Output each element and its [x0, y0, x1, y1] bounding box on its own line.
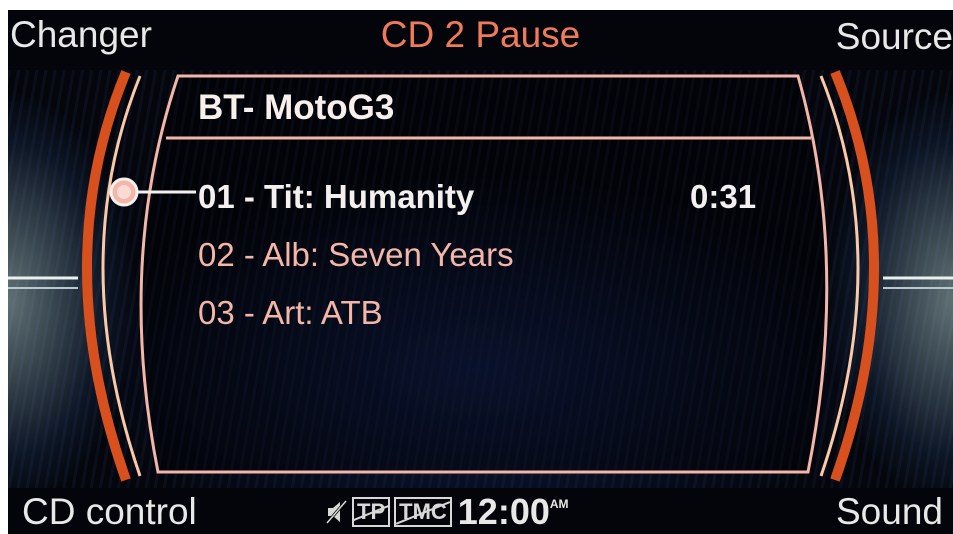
clock: 12:00AM — [458, 494, 569, 530]
sound-softkey[interactable]: Sound — [836, 493, 943, 530]
track-elapsed-time: 0:31 — [690, 178, 757, 215]
clock-time: 12:00 — [457, 491, 550, 532]
tmc-badge: TMC — [394, 497, 452, 527]
speaker-mute-icon — [326, 499, 348, 525]
bottom-softkey-bar: CD control TP TMC 12:00AM Sound — [8, 488, 953, 534]
playback-status-title: CD 2 Pause — [380, 14, 581, 55]
clock-ampm: AM — [549, 497, 569, 511]
status-indicators: TP TMC 12:00AM — [326, 494, 569, 530]
cd-control-softkey[interactable]: CD control — [22, 493, 197, 530]
source-softkey[interactable]: Source — [836, 18, 953, 55]
selection-knob-icon — [109, 177, 139, 207]
list-item-album[interactable]: 02 - Alb: Seven Years — [198, 238, 514, 271]
list-item-artist[interactable]: 03 - Art: ATB — [198, 296, 383, 329]
device-name-header: BT- MotoG3 — [198, 88, 395, 127]
top-softkey-bar: Changer CD 2 Pause Source — [8, 10, 953, 66]
tp-badge: TP — [352, 497, 391, 527]
list-item-title[interactable]: 01 - Tit: Humanity — [198, 180, 474, 213]
panel-outline — [139, 74, 829, 474]
infotainment-screen: Changer CD 2 Pause Source BT- MotoG3 01 … — [8, 10, 953, 534]
